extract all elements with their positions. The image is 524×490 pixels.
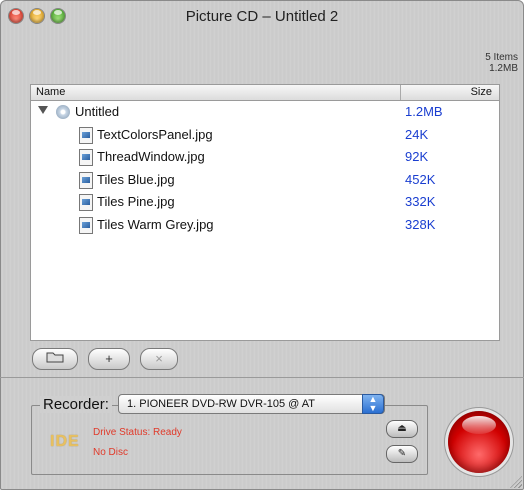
list-item-root[interactable]: Untitled 1.2MB [31,101,499,124]
image-file-icon [79,216,93,234]
plus-icon: + [105,351,113,366]
list-item[interactable]: Tiles Blue.jpg 452K [31,169,499,192]
disc-icon [56,105,70,119]
ide-icon: IDE [50,433,80,450]
title-bar[interactable]: Picture CD – Untitled 2 [0,0,524,34]
item-size: 452K [405,171,436,187]
eject-icon: ⏏ [397,423,407,434]
image-file-icon [79,126,93,144]
image-file-icon [79,171,93,189]
column-name-header[interactable]: Name [36,86,65,98]
item-count: 5 Items [485,52,518,63]
divider [0,377,524,378]
folder-icon [46,351,64,366]
recorder-select-value: 1. PIONEER DVD-RW DVR-105 @ AT [127,398,316,410]
item-name: Untitled [75,104,120,119]
disc-summary: 5 Items 1.2MB [485,52,518,74]
window-title: Picture CD – Untitled 2 [185,8,339,25]
remove-icon: × [155,351,163,366]
column-size-header[interactable]: Size [471,86,492,98]
item-name: Tiles Warm Grey.jpg [97,216,214,232]
drive-status: Drive Status: Ready [93,427,182,438]
image-file-icon [79,194,93,212]
erase-icon: ✎ [397,448,407,459]
item-size: 92K [405,149,429,165]
eject-button[interactable]: ⏏ [386,420,418,438]
total-size: 1.2MB [489,63,518,74]
column-separator [400,85,401,100]
image-file-icon [79,149,93,167]
item-size: 24K [405,126,429,142]
item-name: Tiles Pine.jpg [97,194,175,210]
disc-status: No Disc [93,447,129,458]
recorder-group [31,405,428,475]
list-item[interactable]: Tiles Pine.jpg 332K [31,191,499,214]
item-size: 332K [405,194,436,210]
remove-button[interactable]: × [140,348,178,370]
item-name: Tiles Blue.jpg [97,171,175,187]
disclosure-triangle-icon[interactable] [38,106,48,114]
file-list[interactable]: Name Size Untitled 1.2MB TextColorsPanel… [30,84,500,341]
open-folder-button[interactable] [32,348,78,370]
list-item[interactable]: Tiles Warm Grey.jpg 328K [31,214,499,237]
erase-button[interactable]: ✎ [386,445,418,463]
list-item[interactable]: ThreadWindow.jpg 92K [31,146,499,169]
window: Picture CD – Untitled 2 5 Items 1.2MB Na… [0,0,524,490]
recorder-label: Recorder: [40,396,112,413]
recorder-select[interactable]: 1. PIONEER DVD-RW DVR-105 @ AT ▲ ▼ [118,394,385,414]
resize-grip-icon[interactable] [510,476,522,488]
list-header: Name Size [31,85,499,101]
record-button[interactable] [448,411,510,473]
up-down-arrows-icon: ▲ ▼ [362,394,384,414]
item-size: 328K [405,216,436,232]
item-size: 1.2MB [405,104,443,119]
item-name: ThreadWindow.jpg [97,149,205,165]
add-button[interactable]: + [88,348,130,370]
item-name: TextColorsPanel.jpg [97,126,213,142]
list-item[interactable]: TextColorsPanel.jpg 24K [31,124,499,147]
